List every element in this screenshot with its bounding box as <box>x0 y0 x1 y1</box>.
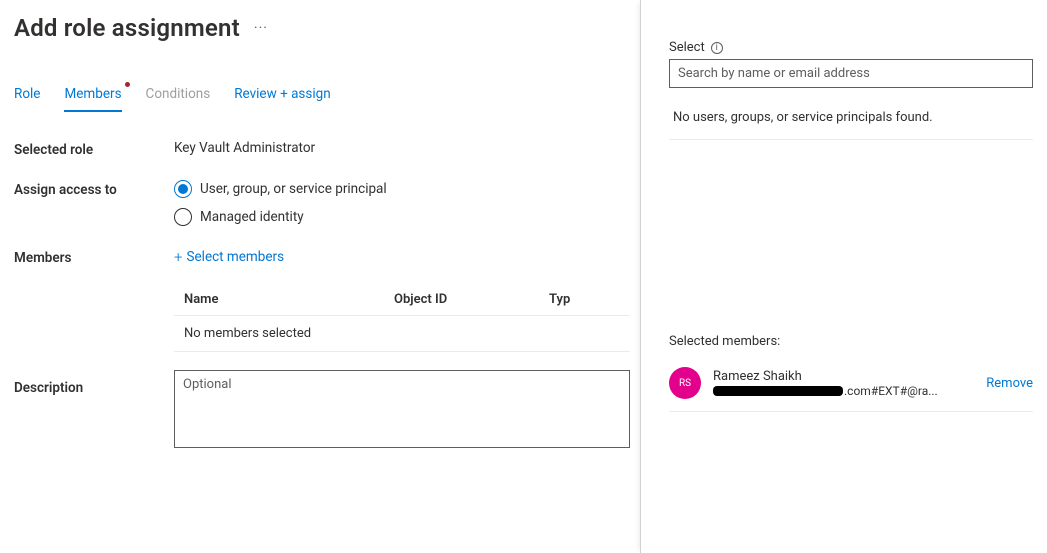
radio-icon-selected <box>174 180 192 198</box>
assign-access-label: Assign access to <box>14 180 174 198</box>
select-members-panel: Select i Search by name or email address… <box>640 0 1047 553</box>
radio-user-label: User, group, or service principal <box>200 181 387 197</box>
tab-members-label: Members <box>64 86 121 102</box>
selected-members-section: Selected members: RS Rameez Shaikh .com#… <box>669 334 1033 412</box>
select-label-row: Select i <box>669 40 1033 55</box>
main-pane: Add role assignment ··· Role Members Con… <box>0 0 640 553</box>
select-members-text: Select members <box>186 249 284 265</box>
remove-link[interactable]: Remove <box>986 376 1033 391</box>
select-members-link[interactable]: + Select members <box>174 248 640 266</box>
tab-members[interactable]: Members <box>64 86 121 112</box>
member-email: .com#EXT#@ra... <box>713 384 974 398</box>
search-input[interactable]: Search by name or email address <box>669 59 1033 88</box>
selected-role-value: Key Vault Administrator <box>174 140 640 156</box>
title-row: Add role assignment ··· <box>14 14 640 42</box>
plus-icon: + <box>174 248 182 266</box>
no-results-text: No users, groups, or service principals … <box>669 110 1033 140</box>
tab-role[interactable]: Role <box>14 86 40 110</box>
table-header: Name Object ID Typ <box>174 284 630 316</box>
col-name[interactable]: Name <box>184 292 394 307</box>
redacted-email <box>713 386 843 396</box>
tab-conditions[interactable]: Conditions <box>146 86 211 110</box>
form-area: Selected role Key Vault Administrator As… <box>14 140 640 448</box>
avatar: RS <box>669 367 701 399</box>
members-label: Members <box>14 248 174 266</box>
page-title: Add role assignment <box>14 14 240 42</box>
tab-badge-dot <box>125 82 130 87</box>
info-icon[interactable]: i <box>711 42 723 54</box>
assign-access-radios: User, group, or service principal Manage… <box>174 180 640 226</box>
row-selected-role: Selected role Key Vault Administrator <box>14 140 640 158</box>
members-table: Name Object ID Typ No members selected <box>174 284 630 352</box>
member-name: Rameez Shaikh <box>713 369 974 384</box>
radio-user-group-principal[interactable]: User, group, or service principal <box>174 180 640 198</box>
selected-member-row: RS Rameez Shaikh .com#EXT#@ra... Remove <box>669 367 1033 412</box>
tabs: Role Members Conditions Review + assign <box>14 86 640 112</box>
more-icon[interactable]: ··· <box>254 20 268 36</box>
member-email-suffix: .com#EXT#@ra... <box>844 384 938 398</box>
tab-review-assign[interactable]: Review + assign <box>234 86 330 110</box>
col-objectid[interactable]: Object ID <box>394 292 549 307</box>
selected-role-label: Selected role <box>14 140 174 158</box>
radio-managed-identity[interactable]: Managed identity <box>174 208 640 226</box>
table-empty-row: No members selected <box>174 316 630 352</box>
select-label: Select <box>669 40 705 55</box>
description-input[interactable]: Optional <box>174 370 630 448</box>
radio-icon-unselected <box>174 208 192 226</box>
member-text: Rameez Shaikh .com#EXT#@ra... <box>713 369 974 398</box>
radio-managed-label: Managed identity <box>200 209 304 225</box>
row-assign-access: Assign access to User, group, or service… <box>14 180 640 226</box>
col-type[interactable]: Typ <box>549 292 620 307</box>
row-members: Members + Select members <box>14 248 640 266</box>
description-label: Description <box>14 378 174 396</box>
selected-members-label: Selected members: <box>669 334 1033 349</box>
